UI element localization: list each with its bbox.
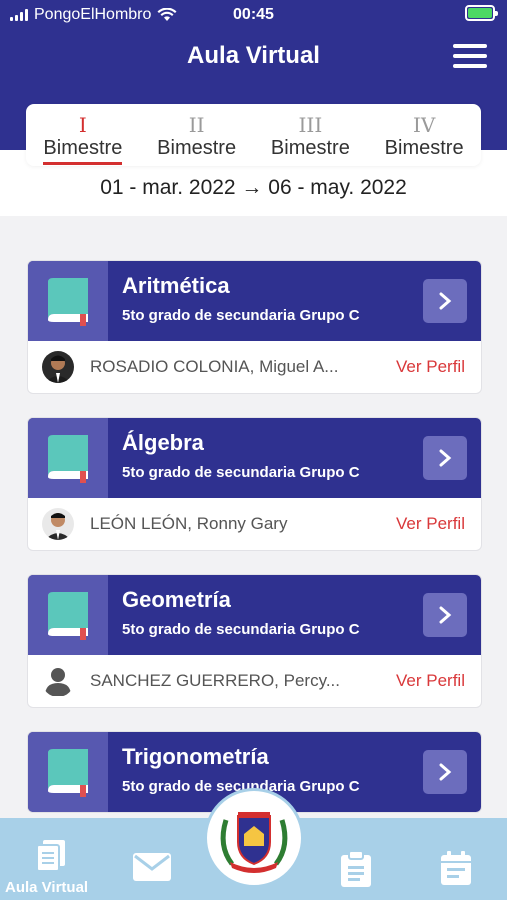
clock: 00:45 [233,6,274,23]
book-icon [28,732,108,812]
user-placeholder-icon [42,665,74,697]
tab-label: Bimestre [270,137,350,159]
course-header[interactable]: Álgebra 5to grado de secundaria Grupo C [28,418,481,498]
course-subject: Aritmética [122,273,230,298]
nav-calendar[interactable] [440,850,472,891]
school-crest-button[interactable] [204,788,304,888]
teacher-name: SANCHEZ GUERRERO, Percy... [90,671,340,690]
tab-bimester-1[interactable]: I Bimestre [26,104,140,166]
tab-label: Bimestre [384,137,464,159]
tab-numeral: I [78,113,87,137]
course-subject: Geometría [122,587,231,612]
nav-active-label: Aula Virtual [5,879,89,896]
course-header[interactable]: Geometría 5to grado de secundaria Grupo … [28,575,481,655]
course-grade: 5to grado de secundaria Grupo C [122,621,360,638]
tab-numeral: II [188,113,205,137]
course-subject: Álgebra [122,430,204,455]
date-range: 01 - mar. 2022 → 06 - may. 2022 [100,176,407,199]
course-header[interactable]: Aritmética 5to grado de secundaria Grupo… [28,261,481,341]
tab-bimester-4[interactable]: IV Bimestre [367,104,481,166]
tab-bimester-2[interactable]: II Bimestre [140,104,254,166]
calendar-icon [441,851,471,885]
chevron-right-icon[interactable] [423,593,467,637]
tab-bimester-3[interactable]: III Bimestre [254,104,368,166]
teacher-row: SANCHEZ GUERRERO, Percy... Ver Perfil [28,655,481,707]
course-card: Geometría 5to grado de secundaria Grupo … [27,574,482,708]
tab-numeral: IV [412,113,436,137]
teacher-name: ROSADIO COLONIA, Miguel A... [90,357,339,376]
hamburger-menu-icon[interactable] [453,44,487,68]
course-grade: 5to grado de secundaria Grupo C [122,464,360,481]
documents-icon [36,840,65,872]
page-title: Aula Virtual [187,42,320,69]
course-subject: Trigonometría [122,744,269,769]
school-crest-icon [220,812,288,873]
view-profile-link[interactable]: Ver Perfil [396,514,465,534]
teacher-avatar [42,508,74,540]
tab-label: Bimestre [157,137,237,159]
tab-label: Bimestre [43,136,123,165]
status-bar: PongoElHombro 00:45 [0,0,507,30]
book-icon [28,418,108,498]
chevron-right-icon[interactable] [423,436,467,480]
book-icon [28,261,108,341]
nav-tasks[interactable] [340,850,372,893]
course-card: Aritmética 5to grado de secundaria Grupo… [27,260,482,394]
chevron-right-icon[interactable] [423,279,467,323]
teacher-name: LEÓN LEÓN, Ronny Gary [90,514,288,533]
nav-messages[interactable] [132,852,172,887]
view-profile-link[interactable]: Ver Perfil [396,357,465,377]
chevron-right-icon[interactable] [423,750,467,794]
book-icon [28,575,108,655]
clipboard-icon [341,850,371,887]
course-list: Aritmética 5to grado de secundaria Grupo… [27,260,482,836]
mail-icon [133,853,171,881]
teacher-row: LEÓN LEÓN, Ronny Gary Ver Perfil [28,498,481,550]
course-card: Álgebra 5to grado de secundaria Grupo C … [27,417,482,551]
teacher-avatar [42,351,74,383]
course-grade: 5to grado de secundaria Grupo C [122,307,360,324]
nav-aula-virtual[interactable] [34,838,68,877]
view-profile-link[interactable]: Ver Perfil [396,671,465,691]
teacher-row: ROSADIO COLONIA, Miguel A... Ver Perfil [28,341,481,393]
battery-icon [465,5,498,21]
tab-numeral: III [298,113,323,137]
bimester-tabs: I Bimestre II Bimestre III Bimestre IV B… [26,104,481,166]
